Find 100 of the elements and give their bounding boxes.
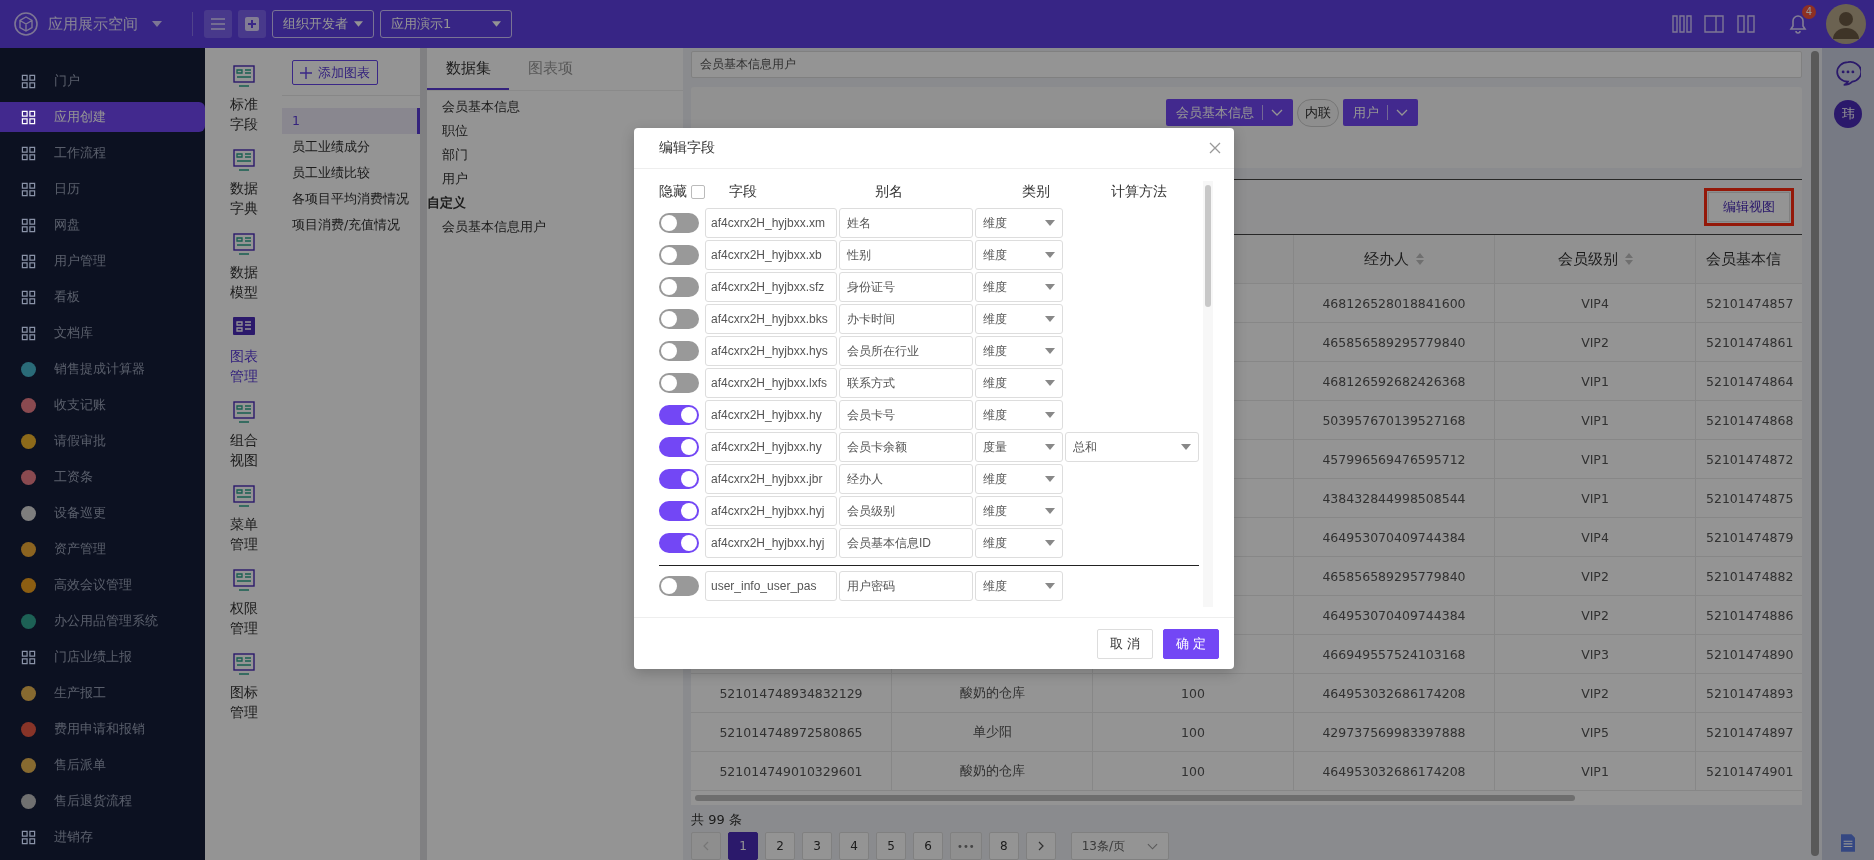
field-name-input[interactable]: af4cxrx2H_hyjbxx.hyj	[705, 528, 837, 558]
nav-item[interactable]: 进销存	[0, 822, 205, 852]
field-name-input[interactable]: af4cxrx2H_hyjbxx.xm	[705, 208, 837, 238]
left-table-dropdown[interactable]: 会员基本信息	[1165, 99, 1293, 126]
alias-input[interactable]: 会员所在行业	[839, 336, 973, 366]
menu-button[interactable]	[204, 10, 232, 38]
chat-icon[interactable]	[1835, 60, 1861, 86]
more-pages-button[interactable]: •••	[950, 832, 982, 860]
chart-list-item[interactable]: 1	[282, 108, 420, 134]
column-header[interactable]: 经办人	[1294, 235, 1495, 283]
nav-item[interactable]: 看板	[0, 282, 205, 312]
nav-item[interactable]: 高效会议管理	[0, 570, 205, 600]
category-select[interactable]: 维度	[975, 208, 1063, 238]
nav-item[interactable]: 生产报工	[0, 678, 205, 708]
alias-input[interactable]: 会员级别	[839, 496, 973, 526]
category-select[interactable]: 度量	[975, 432, 1063, 462]
toggle-switch[interactable]	[659, 309, 699, 329]
chart-list-item[interactable]: 各项目平均消费情况	[282, 186, 420, 212]
category-select[interactable]: 维度	[975, 496, 1063, 526]
vertical-scrollbar[interactable]	[1811, 51, 1819, 856]
alias-input[interactable]: 联系方式	[839, 368, 973, 398]
user-avatar[interactable]	[1826, 4, 1866, 44]
nav-item[interactable]: 工作流程	[0, 138, 205, 168]
chart-list-item[interactable]: 员工业绩成分	[282, 134, 420, 160]
alias-input[interactable]: 会员基本信息ID	[839, 528, 973, 558]
category-select[interactable]: 维度	[975, 528, 1063, 558]
user-initial-avatar[interactable]: 玮	[1834, 100, 1862, 128]
category-select[interactable]: 维度	[975, 464, 1063, 494]
nav-item[interactable]: 办公用品管理系统	[0, 606, 205, 636]
toggle-switch[interactable]	[659, 469, 699, 489]
alias-input[interactable]: 会员卡余额	[839, 432, 973, 462]
alias-input[interactable]: 用户密码	[839, 571, 973, 601]
nav-item[interactable]: 应用创建	[0, 102, 205, 132]
sort-icon[interactable]	[1624, 253, 1633, 265]
toggle-switch[interactable]	[659, 437, 699, 457]
tool-menu-item[interactable]: 数据模型	[217, 228, 270, 306]
toggle-switch[interactable]	[659, 213, 699, 233]
alias-input[interactable]: 姓名	[839, 208, 973, 238]
column-header[interactable]: 会员基本信	[1696, 235, 1802, 283]
confirm-button[interactable]: 确 定	[1162, 628, 1219, 659]
nav-item[interactable]: 日历	[0, 174, 205, 204]
calculation-select[interactable]: 总和	[1065, 432, 1199, 462]
nav-item[interactable]: 费用申请和报销	[0, 714, 205, 744]
tool-menu-item[interactable]: 组合视图	[217, 396, 270, 474]
hide-all-checkbox[interactable]	[691, 185, 705, 199]
nav-item[interactable]: 售后派单	[0, 750, 205, 780]
org-dropdown[interactable]: 组织开发者	[272, 10, 374, 38]
panel-tab[interactable]: 数据集	[427, 48, 509, 90]
field-name-input[interactable]: af4cxrx2H_hyjbxx.hys	[705, 336, 837, 366]
tool-menu-item[interactable]: 数据字典	[217, 144, 270, 222]
tool-menu-item[interactable]: 菜单管理	[217, 480, 270, 558]
nav-item[interactable]: 收支记账	[0, 390, 205, 420]
nav-item[interactable]: 资产管理	[0, 534, 205, 564]
dialog-scrollbar[interactable]	[1205, 185, 1211, 307]
app-select[interactable]: 应用演示1	[380, 10, 512, 38]
space-name[interactable]: 应用展示空间	[48, 14, 138, 34]
tool-menu-item[interactable]: 图标管理	[217, 648, 270, 726]
alias-input[interactable]: 会员卡号	[839, 400, 973, 430]
toggle-switch[interactable]	[659, 277, 699, 297]
field-name-input[interactable]: af4cxrx2H_hyjbxx.lxfs	[705, 368, 837, 398]
toggle-switch[interactable]	[659, 341, 699, 361]
category-select[interactable]: 维度	[975, 400, 1063, 430]
nav-item[interactable]: 门户	[0, 66, 205, 96]
page-button[interactable]: 4	[839, 832, 869, 860]
tool-menu-item[interactable]: 标准字段	[217, 60, 270, 138]
dataset-name-field[interactable]: 会员基本信息用户	[691, 51, 1802, 78]
page-button[interactable]: 1	[728, 832, 758, 860]
sort-icon[interactable]	[1416, 253, 1424, 265]
nav-item[interactable]: 请假审批	[0, 426, 205, 456]
field-name-input[interactable]: user_info_user_pas	[705, 571, 837, 601]
tool-menu-item[interactable]: 图表管理	[217, 312, 270, 390]
tool-menu-item[interactable]: 权限管理	[217, 564, 270, 642]
dataset-item[interactable]: 会员基本信息	[427, 95, 683, 119]
category-select[interactable]: 维度	[975, 368, 1063, 398]
category-select[interactable]: 维度	[975, 304, 1063, 334]
page-button[interactable]: 8	[988, 832, 1019, 860]
bell-icon[interactable]	[1788, 14, 1808, 34]
nav-item[interactable]: 门店业绩上报	[0, 642, 205, 672]
nav-item[interactable]: 网盘	[0, 210, 205, 240]
category-select[interactable]: 维度	[975, 571, 1063, 601]
nav-item[interactable]: 销售提成计算器	[0, 354, 205, 384]
page-button[interactable]: 3	[802, 832, 832, 860]
page-button[interactable]: 6	[913, 832, 943, 860]
toggle-switch[interactable]	[659, 245, 699, 265]
toggle-switch[interactable]	[659, 533, 699, 553]
category-select[interactable]: 维度	[975, 240, 1063, 270]
right-table-dropdown[interactable]: 用户	[1342, 99, 1418, 126]
join-type-pill[interactable]: 内联	[1296, 99, 1339, 127]
next-page-button[interactable]	[1025, 832, 1056, 860]
horizontal-scrollbar[interactable]	[695, 795, 1575, 801]
close-icon[interactable]	[1209, 142, 1221, 154]
toggle-switch[interactable]	[659, 501, 699, 521]
nav-item[interactable]: 设备巡更	[0, 498, 205, 528]
category-select[interactable]: 维度	[975, 336, 1063, 366]
page-button[interactable]: 5	[876, 832, 906, 860]
split-layout-icon[interactable]	[1704, 15, 1724, 33]
document-icon[interactable]	[1841, 834, 1855, 852]
alias-input[interactable]: 性别	[839, 240, 973, 270]
nav-item[interactable]: 售后退货流程	[0, 786, 205, 816]
alias-input[interactable]: 经办人	[839, 464, 973, 494]
